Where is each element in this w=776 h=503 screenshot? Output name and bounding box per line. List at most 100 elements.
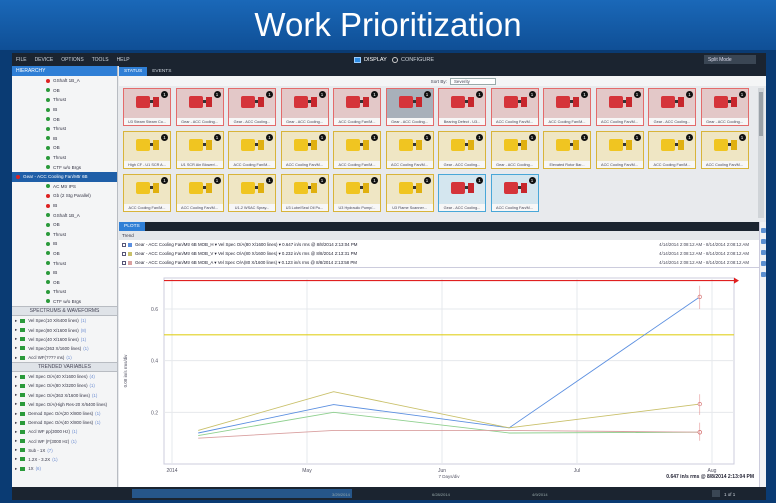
legend-row[interactable]: Gear - ACC Cooling Fan/Mtr 6B MOB_V ▾ Ve… <box>119 249 759 258</box>
menu-device[interactable]: DEVICE <box>31 57 58 63</box>
list-item[interactable]: ▸ Vel Spec O/A(363 X/1600 lines) (1) <box>12 391 117 400</box>
list-item[interactable]: ▸ Vel Spec O/A(High Res-20 X/6400 lines) <box>12 400 117 409</box>
play-icon[interactable] <box>712 490 720 497</box>
tree-item[interactable]: Gear - ACC Cooling Fan/Mtr 6B <box>12 171 117 182</box>
tree-item[interactable]: Thrust <box>12 287 117 297</box>
settings-icon[interactable] <box>761 272 766 277</box>
asset-card[interactable]: 1 U3 Steam Steam Co... <box>123 88 171 126</box>
list-item[interactable]: ▸ Accl WF (F(3000 Hz) (1) <box>12 437 117 446</box>
tree-item[interactable]: GShaft 1B_A <box>12 76 117 86</box>
tree-item[interactable]: Thrust <box>12 153 117 163</box>
tree-item[interactable]: CTF w/o Brgs <box>12 297 117 307</box>
asset-card[interactable]: 1 U1 SCR Ain Blower/... <box>175 131 224 169</box>
asset-card[interactable]: 1 Gear - ACC Cooling... <box>385 88 434 126</box>
display-button[interactable]: DISPLAY <box>354 55 387 64</box>
asset-card[interactable]: 1 U3 Hydraulic Pump/... <box>333 174 381 212</box>
pan-icon[interactable] <box>761 250 766 255</box>
grid-scrollbar[interactable] <box>758 88 764 218</box>
list-item[interactable]: ▸ Demod Spec O/A(40 X/800 lines) (1) <box>12 418 117 427</box>
tree-item[interactable]: OB <box>12 220 117 230</box>
tree-item[interactable]: Thrust <box>12 124 117 134</box>
timeline-bar[interactable]: 3/29/2014 6/28/2014 4/9/2014 1 of 1 <box>12 487 766 500</box>
tree-item[interactable]: OB <box>12 114 117 124</box>
trend-plot[interactable]: 0.2 0.4 0.6 2014 May Jun Jul Aug 0.08 in/s rms/d… <box>119 268 759 492</box>
timeline-selection[interactable] <box>132 489 352 498</box>
legend-row[interactable]: Gear - ACC Cooling Fan/Mtr 6B MOB_H ▾ Ve… <box>119 240 759 249</box>
asset-card[interactable]: 1 Elevated Rotor Bar... <box>543 131 591 169</box>
legend-checkbox[interactable] <box>122 251 126 256</box>
tree-item[interactable]: CTF w/o Brgs <box>12 162 117 172</box>
list-item[interactable]: ▸ Vel Spec(363 X/1600 lines) (1) <box>12 344 117 353</box>
asset-card[interactable]: 1 Gear - ACC Cooling... <box>175 88 224 126</box>
asset-card[interactable]: 1 ACC Cooling Fan/M... <box>333 131 381 169</box>
tree-item[interactable]: Thrust <box>12 95 117 105</box>
list-item[interactable]: ▸ Demod Spec O/A(20 X/800 lines) (1) <box>12 409 117 418</box>
asset-card[interactable]: 1 Gear - ACC Cooling... <box>648 88 696 126</box>
asset-card[interactable]: 1 ACC Cooling Fan/M... <box>595 131 644 169</box>
cursor-icon[interactable] <box>761 261 766 266</box>
sort-select[interactable]: Severity <box>450 77 496 85</box>
tree-item[interactable]: AC Mtr IPS <box>12 182 117 192</box>
configure-button[interactable]: CONFIGURE <box>392 55 434 64</box>
trend-chart[interactable]: 0.20.40.62014 May Jun Jul Aug0.08 in/s rms/d… <box>119 268 759 492</box>
tree-item[interactable]: Thrust <box>12 258 117 268</box>
tree-item[interactable]: GShaft 1B_A <box>12 210 117 220</box>
asset-card[interactable]: 1 U3 Flame Scanner... <box>385 174 434 212</box>
list-item[interactable]: ▸ 1.2X - 3.2X (1) <box>12 455 117 464</box>
legend-checkbox[interactable] <box>122 260 126 265</box>
asset-card[interactable]: 1 ACC Cooling Fan/M... <box>175 174 224 212</box>
list-item[interactable]: ▸ Vel Spec O/A(80 X/3200 lines) (1) <box>12 381 117 390</box>
asset-card[interactable]: 1 Gear - ACC Cooling... <box>490 131 539 169</box>
tree-item[interactable]: IB <box>12 201 117 211</box>
asset-card[interactable]: 1 Gear - ACC Cooling... <box>438 174 486 212</box>
list-item[interactable]: ▸ Vel Spec O/A(40 X/1600 lines) (4) <box>12 372 117 381</box>
asset-card[interactable]: 1 ACC Cooling Fan/M... <box>648 131 696 169</box>
tree-item[interactable]: OB <box>12 277 117 287</box>
spectrums-header[interactable]: SPECTRUMS & WAVEFORMS <box>12 306 117 317</box>
tree-item[interactable]: IB <box>12 268 117 278</box>
tab-status[interactable]: STATUS <box>119 67 148 76</box>
asset-card[interactable]: 1 ACC Cooling Fan/M... <box>543 88 591 126</box>
asset-card[interactable]: 1 ACC Cooling Fan/M... <box>595 88 644 126</box>
tree-item[interactable]: Thrust <box>12 230 117 240</box>
asset-card[interactable]: 1 ACC Cooling Fan/M... <box>490 174 539 212</box>
tree-item[interactable]: IB <box>12 134 117 144</box>
asset-card[interactable]: 1 Gear - ACC Cooling... <box>700 88 749 126</box>
asset-card[interactable]: 1 Gear - ACC Cooling... <box>228 88 276 126</box>
mode-select[interactable]: Split Mode <box>704 55 756 64</box>
asset-card[interactable]: 1 ACC Cooling Fan/M... <box>333 88 381 126</box>
menu-help[interactable]: HELP <box>113 57 134 63</box>
tab-events[interactable]: EVENTS <box>147 67 176 76</box>
scroll-thumb[interactable] <box>759 92 763 136</box>
asset-card[interactable]: 1 ACC Cooling Fan/M... <box>228 131 276 169</box>
asset-card[interactable]: 1 Gear - ACC Cooling... <box>280 88 329 126</box>
zoom-out-icon[interactable] <box>761 239 766 244</box>
tree-item[interactable]: OB <box>12 86 117 96</box>
asset-card[interactable]: 1 High CF - U1 SCR A... <box>123 131 171 169</box>
zoom-in-icon[interactable] <box>761 228 766 233</box>
tab-plots[interactable]: PLOTS <box>119 222 145 231</box>
list-item[interactable]: ▸ 1X (6) <box>12 464 117 473</box>
list-item[interactable]: ▸ Vel Spec(40 X/1600 lines) (1) <box>12 335 117 344</box>
menu-options[interactable]: OPTIONS <box>57 57 88 63</box>
tree-item[interactable]: IB <box>12 105 117 115</box>
list-item[interactable]: ▸ Vel Spec(80 X/1600 lines) (8) <box>12 325 117 334</box>
asset-card[interactable]: 1 Bearing Defect - U3... <box>438 88 486 126</box>
asset-card[interactable]: 1 ACC Cooling Fan/M... <box>490 88 539 126</box>
trended-header[interactable]: TRENDED VARIABLES <box>12 362 117 373</box>
asset-card[interactable]: 1 ACC Cooling Fan/M... <box>700 131 749 169</box>
asset-card[interactable]: 1 U3 Lube/Seal Oil Pu... <box>280 174 329 212</box>
menu-tools[interactable]: TOOLS <box>88 57 113 63</box>
tree-item[interactable]: OB <box>12 143 117 153</box>
list-item[interactable]: ▸ Vel Spec(10 X/6400 lines) (1) <box>12 316 117 325</box>
asset-card[interactable]: 1 ACC Cooling Fan/M... <box>385 131 434 169</box>
list-item[interactable]: ▸ Accl WF pp(3000 Hz) (1) <box>12 427 117 436</box>
asset-card[interactable]: 1 ACC Cooling Fan/M... <box>123 174 171 212</box>
asset-card[interactable]: 1 Gear - ACC Cooling... <box>438 131 486 169</box>
tree-item[interactable]: OB <box>12 249 117 259</box>
tree-item[interactable]: Gb (2 Stg Parallel) <box>12 191 117 201</box>
tree-item[interactable]: IB <box>12 239 117 249</box>
menu-file[interactable]: FILE <box>12 57 31 63</box>
asset-card[interactable]: 1 U1-2 WSAC Spray... <box>228 174 276 212</box>
legend-checkbox[interactable] <box>122 242 126 247</box>
